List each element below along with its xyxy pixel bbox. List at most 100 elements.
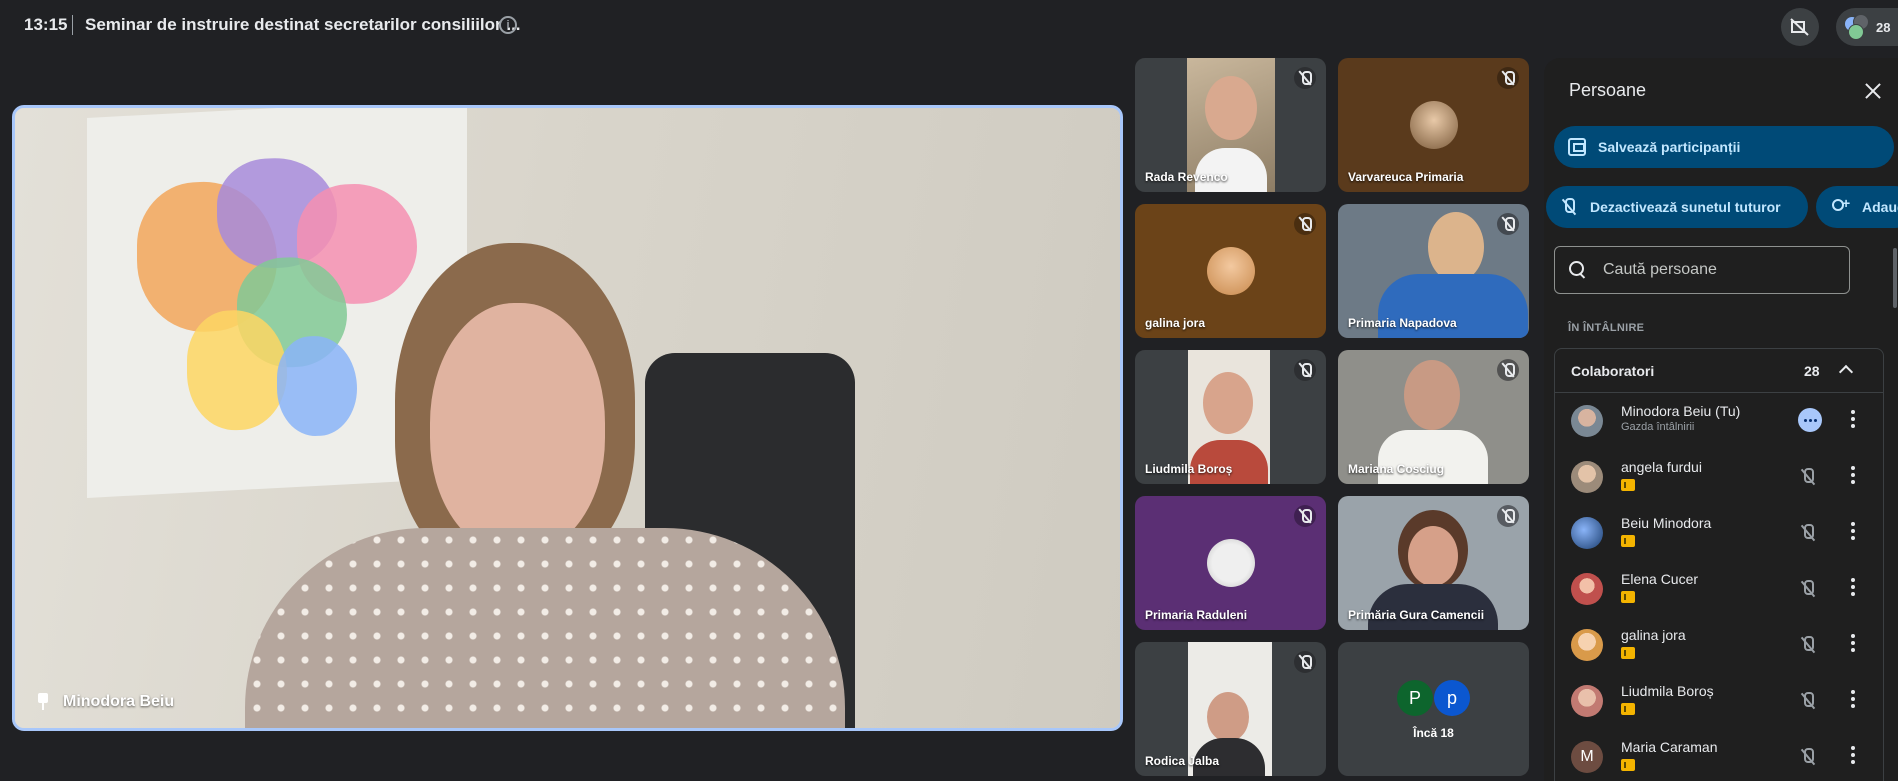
info-icon[interactable]: i [499,16,517,34]
avatar [1409,101,1458,149]
avatar [1571,517,1603,549]
person-name: Minodora Beiu (Tu) [1621,403,1741,419]
participant-avatars [1844,14,1870,40]
camera-off-icon [1790,18,1809,36]
tile-name: galina jora [1145,316,1206,330]
top-bar: 13:15 Seminar de instruire destinat secr… [0,0,1898,52]
mic-off-icon [1497,67,1519,89]
guest-badge-icon [1621,703,1635,715]
mic-off-icon [1560,197,1578,217]
avatar: p [1434,680,1470,716]
kebab-menu-icon[interactable] [1851,410,1855,430]
more-options-icon[interactable] [1798,408,1822,432]
participant-tile[interactable]: Primaria Napadova [1338,204,1529,338]
chevron-up-icon[interactable] [1838,364,1854,380]
kebab-menu-icon[interactable] [1851,466,1855,486]
mic-off-icon [1294,67,1316,89]
tile-name: Rada Revenco [1145,170,1228,184]
person-name: galina jora [1621,627,1686,643]
add-people-button[interactable]: Adaug [1816,186,1898,228]
divider [72,15,73,35]
participant-tile[interactable]: galina jora [1135,204,1326,338]
tile-name: Primăria Gura Camencii [1348,608,1485,622]
search-people-input[interactable]: Caută persoane [1554,246,1850,294]
kebab-menu-icon[interactable] [1851,578,1855,598]
section-label: ÎN ÎNTÂLNIRE [1568,322,1645,334]
mute-all-button[interactable]: Dezactivează sunetul tuturor [1546,186,1808,228]
participant-tile[interactable]: Mariana Cosciug [1338,350,1529,484]
mic-off-icon [1497,359,1519,381]
person-role: Gazda întâlnirii [1621,421,1695,433]
list-item[interactable]: Beiu Minodora [1555,505,1885,561]
kebab-menu-icon[interactable] [1851,690,1855,710]
participant-tile[interactable]: Primăria Gura Camencii [1338,496,1529,630]
guest-badge-icon [1621,647,1635,659]
person-name: angela furdui [1621,459,1702,475]
guest-badge-icon [1621,479,1635,491]
person-name: Maria Caraman [1621,739,1718,755]
tile-name: Rodica Jalba [1145,754,1220,768]
tile-name: Varvareuca Primaria [1348,170,1464,184]
main-speaker-label: Minodora Beiu [35,693,174,711]
kebab-menu-icon[interactable] [1851,746,1855,766]
avatar [1571,685,1603,717]
mic-off-icon[interactable] [1799,523,1817,543]
guest-badge-icon [1621,535,1635,547]
scrollbar[interactable] [1893,248,1897,308]
main-speaker-video[interactable]: Minodora Beiu [12,105,1123,731]
mic-off-icon [1294,359,1316,381]
mic-off-icon[interactable] [1799,747,1817,767]
list-item[interactable]: M Maria Caraman [1555,729,1885,781]
participant-tile[interactable]: Varvareuca Primaria [1338,58,1529,192]
participant-tile[interactable]: Liudmila Boroș [1135,350,1326,484]
save-icon [1568,138,1586,156]
mic-off-icon [1497,213,1519,235]
mic-off-icon[interactable] [1799,635,1817,655]
add-person-icon [1830,195,1850,216]
pin-icon[interactable] [35,693,51,711]
group-header[interactable]: Colaboratori 28 [1555,349,1883,393]
list-item[interactable]: galina jora [1555,617,1885,673]
kebab-menu-icon[interactable] [1851,634,1855,654]
meeting-time: 13:15 [24,15,68,34]
mic-off-icon[interactable] [1799,467,1817,487]
search-icon [1569,261,1587,279]
group-title: Colaboratori [1571,363,1655,379]
mic-off-icon[interactable] [1799,579,1817,599]
save-participants-label: Salvează participanții [1598,139,1741,155]
mute-all-label: Dezactivează sunetul tuturor [1590,199,1781,215]
participant-tile[interactable]: Rodica Jalba [1135,642,1326,776]
avatar [1571,629,1603,661]
people-panel: Persoane Salvează participanții Dezactiv… [1544,58,1898,781]
more-count-label: Încă 18 [1413,726,1454,740]
mic-off-icon [1294,213,1316,235]
tile-name: Primaria Raduleni [1145,608,1248,622]
participant-count: 28 [1876,19,1891,35]
close-icon[interactable] [1864,82,1882,100]
save-participants-button[interactable]: Salvează participanții [1554,126,1894,168]
recording-off-button[interactable] [1781,8,1819,46]
participant-tile[interactable]: Primaria Raduleni [1135,496,1326,630]
avatar: P [1397,680,1433,716]
avatar [1571,573,1603,605]
avatar: M [1571,741,1603,773]
avatar [1206,539,1255,587]
avatar [1571,405,1603,437]
tile-name: Liudmila Boroș [1145,462,1233,476]
list-item[interactable]: Minodora Beiu (Tu) Gazda întâlnirii [1555,393,1885,449]
meeting-title: Seminar de instruire destinat secretaril… [85,15,521,34]
guest-badge-icon [1621,591,1635,603]
kebab-menu-icon[interactable] [1851,522,1855,542]
person-name: Elena Cucer [1621,571,1699,587]
more-participants-tile[interactable]: P p Încă 18 [1338,642,1529,776]
list-item[interactable]: Elena Cucer [1555,561,1885,617]
panel-title: Persoane [1569,80,1647,100]
person-name: Liudmila Boroș [1621,683,1714,699]
avatar [1571,461,1603,493]
participant-tile[interactable]: Rada Revenco [1135,58,1326,192]
list-item[interactable]: Liudmila Boroș [1555,673,1885,729]
mic-off-icon[interactable] [1799,691,1817,711]
guest-badge-icon [1621,759,1635,771]
list-item[interactable]: angela furdui [1555,449,1885,505]
participants-button[interactable]: 28 [1836,8,1898,46]
